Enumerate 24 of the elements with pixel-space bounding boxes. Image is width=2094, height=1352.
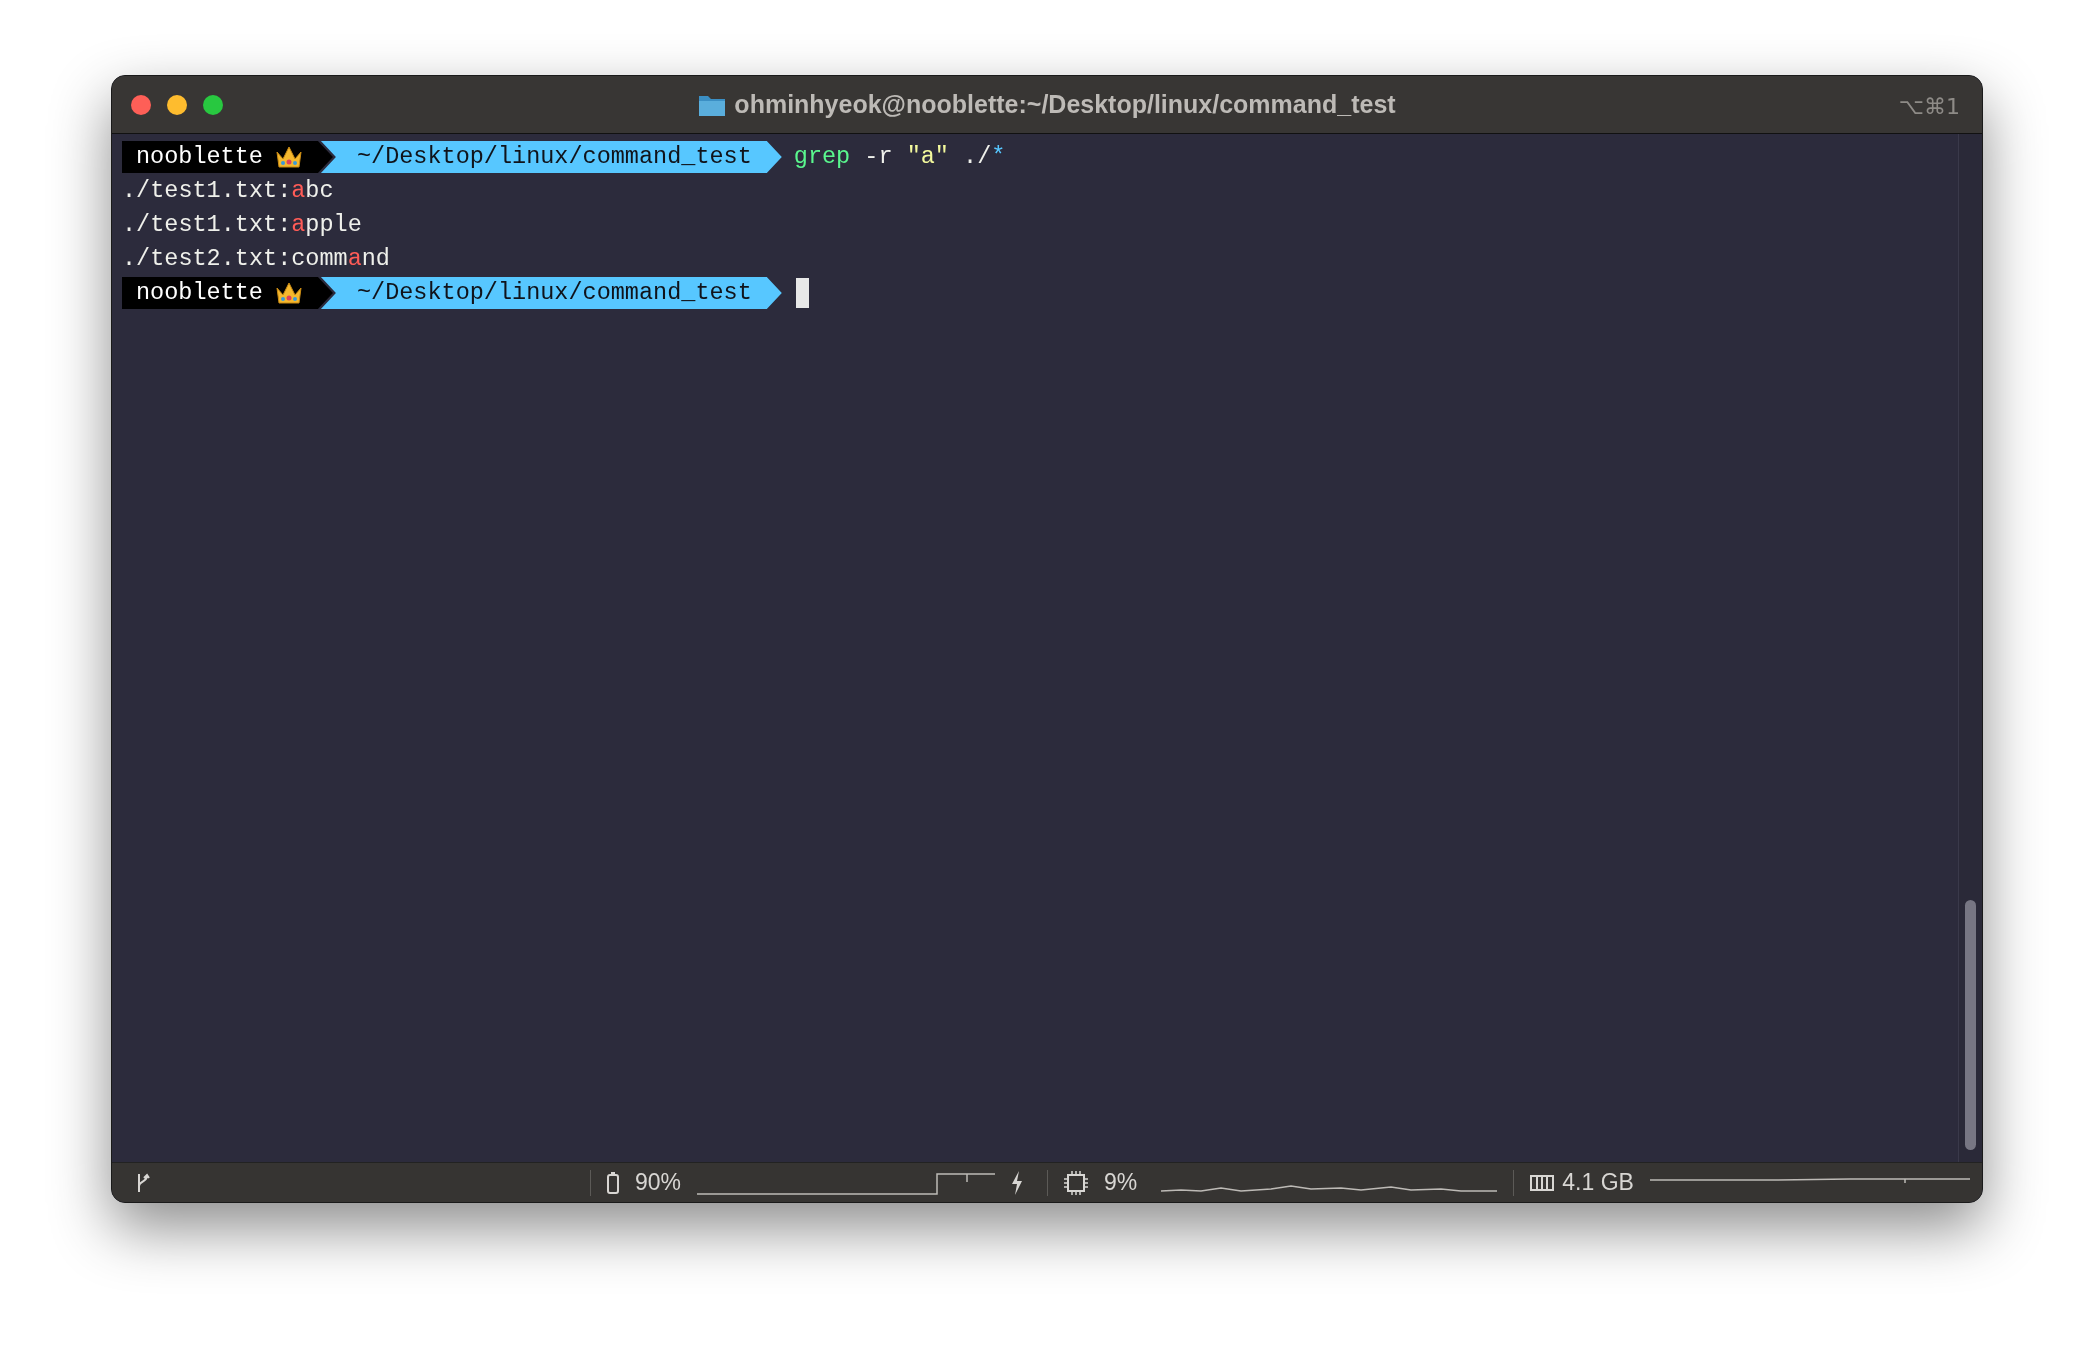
window-title: ohminhyeok@nooblette:~/Desktop/linux/command_test [734, 88, 1396, 120]
zoom-button[interactable] [203, 95, 223, 115]
shortcut-label: ⌥⌘1 [1898, 93, 1960, 121]
cpu-percentage: 9% [1104, 1168, 1138, 1198]
memory-usage: 4.1 GB [1562, 1168, 1634, 1198]
output-line: ./test1.txt:apple [122, 210, 362, 240]
output-line: ./test2.txt:command [122, 244, 390, 274]
git-branch-icon [136, 1171, 150, 1194]
crown-icon [274, 280, 303, 306]
lightning-icon [1011, 1170, 1024, 1195]
crown-icon [274, 144, 303, 170]
cpu-icon [1064, 1170, 1089, 1195]
close-button[interactable] [131, 95, 151, 115]
command-text: grep -r "a" ./* [793, 142, 1006, 172]
battery-percentage: 90% [635, 1168, 682, 1198]
output-line: ./test1.txt:abc [122, 176, 334, 206]
prompt-path-segment: ~/Desktop/linux/command_test [320, 141, 782, 173]
battery-icon [607, 1171, 619, 1194]
scrollbar-track[interactable] [1958, 134, 1982, 1162]
prompt-username: nooblette [136, 142, 263, 172]
scrollbar-thumb[interactable] [1965, 900, 1976, 1150]
minimize-button[interactable] [167, 95, 187, 115]
prompt-username: nooblette [136, 278, 263, 308]
prompt-path-segment: ~/Desktop/linux/command_test [320, 277, 782, 309]
